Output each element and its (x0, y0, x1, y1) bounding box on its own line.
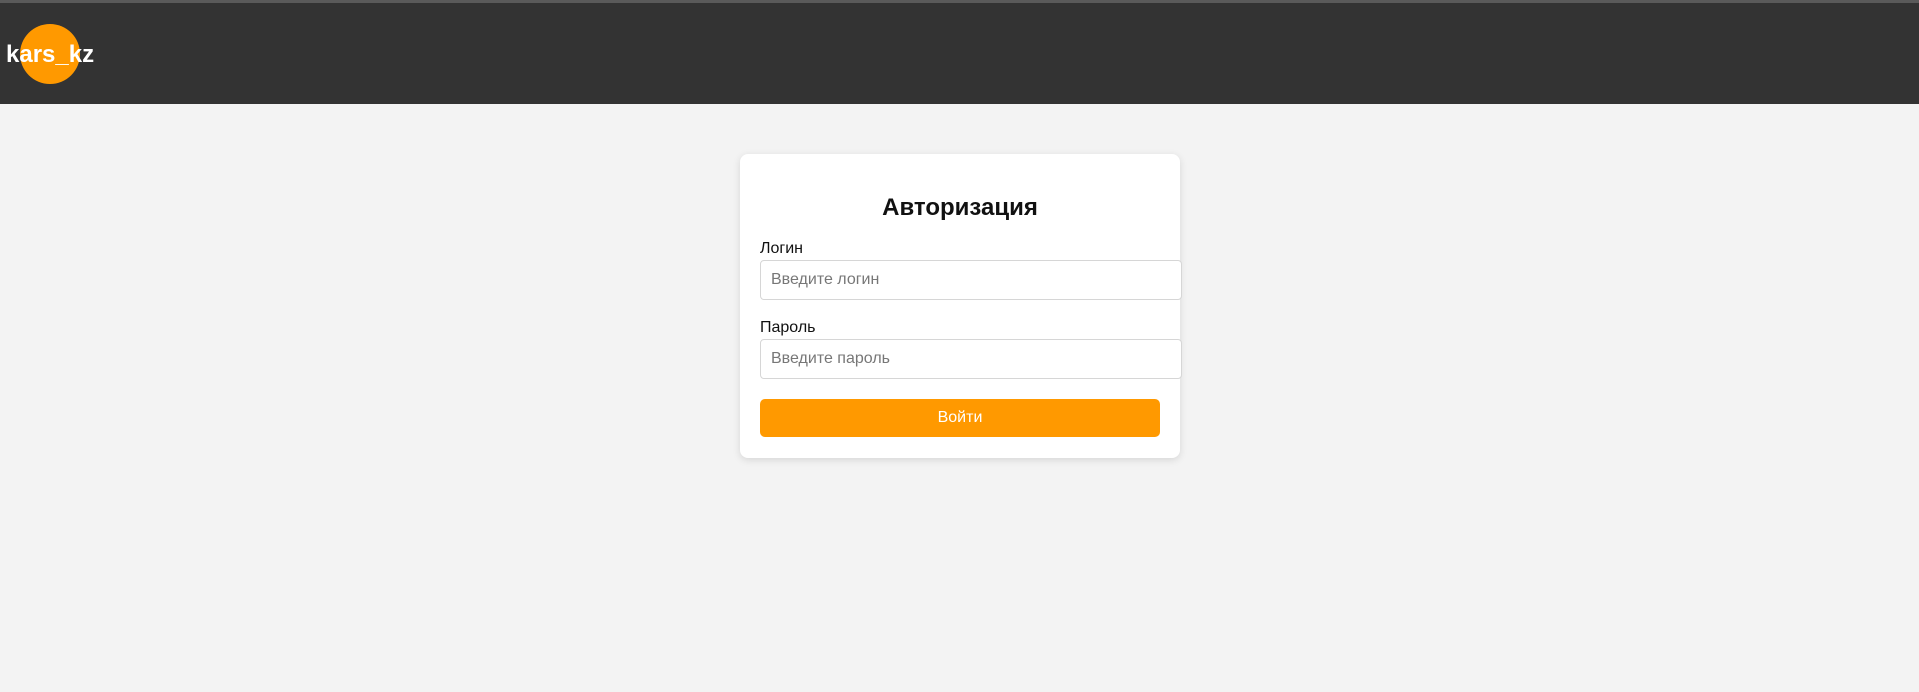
form-title: Авторизация (882, 194, 1038, 221)
password-input[interactable] (760, 339, 1182, 379)
login-label: Логин (760, 240, 804, 257)
logo-text: kars_kz (6, 41, 95, 68)
login-input[interactable] (760, 260, 1182, 300)
site-logo[interactable]: kars_kz (0, 3, 120, 104)
header-bar: kars_kz (0, 3, 1919, 104)
password-label: Пароль (760, 319, 816, 336)
login-button[interactable]: Войти (760, 399, 1160, 437)
login-form-card: Авторизация Логин Пароль Войти (740, 154, 1182, 458)
